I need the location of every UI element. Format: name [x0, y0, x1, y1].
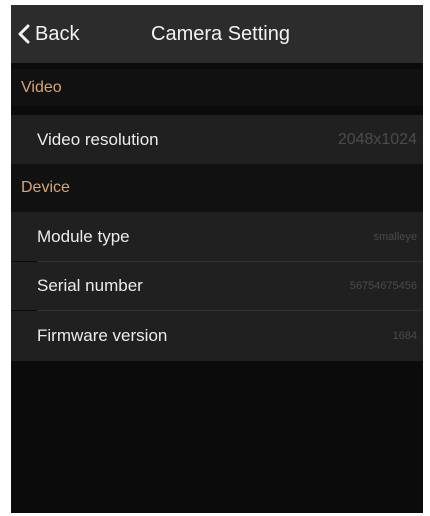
- section-header-device: Device: [11, 164, 423, 212]
- page-title: Camera Setting: [151, 23, 290, 45]
- row-value: 56754675456: [349, 280, 417, 292]
- chevron-left-icon: [17, 24, 31, 44]
- back-button[interactable]: Back: [11, 5, 89, 63]
- section-header-video: Video: [11, 69, 423, 106]
- row-value: smalleye: [373, 230, 417, 243]
- row-value: 1684: [392, 330, 417, 342]
- row-value: 2048x1024: [337, 130, 417, 148]
- row-label: Serial number: [37, 276, 143, 295]
- settings-row-firmware-version[interactable]: Firmware version 1684: [11, 311, 423, 361]
- row-label: Video resolution: [37, 129, 159, 149]
- back-label: Back: [35, 22, 80, 45]
- row-label: Module type: [37, 226, 130, 246]
- section-title: Video: [21, 78, 62, 96]
- row-label: Firmware version: [37, 326, 168, 345]
- nav-bar: Back Camera Setting: [11, 5, 423, 63]
- camera-setting-screen: Back Camera Setting Video Video resoluti…: [11, 5, 423, 513]
- settings-row-video-resolution[interactable]: Video resolution 2048x1024: [11, 115, 423, 164]
- section-title: Device: [21, 179, 70, 196]
- settings-row-serial-number[interactable]: Serial number 56754675456: [11, 262, 423, 310]
- settings-row-module-type[interactable]: Module type smalleye: [11, 212, 423, 261]
